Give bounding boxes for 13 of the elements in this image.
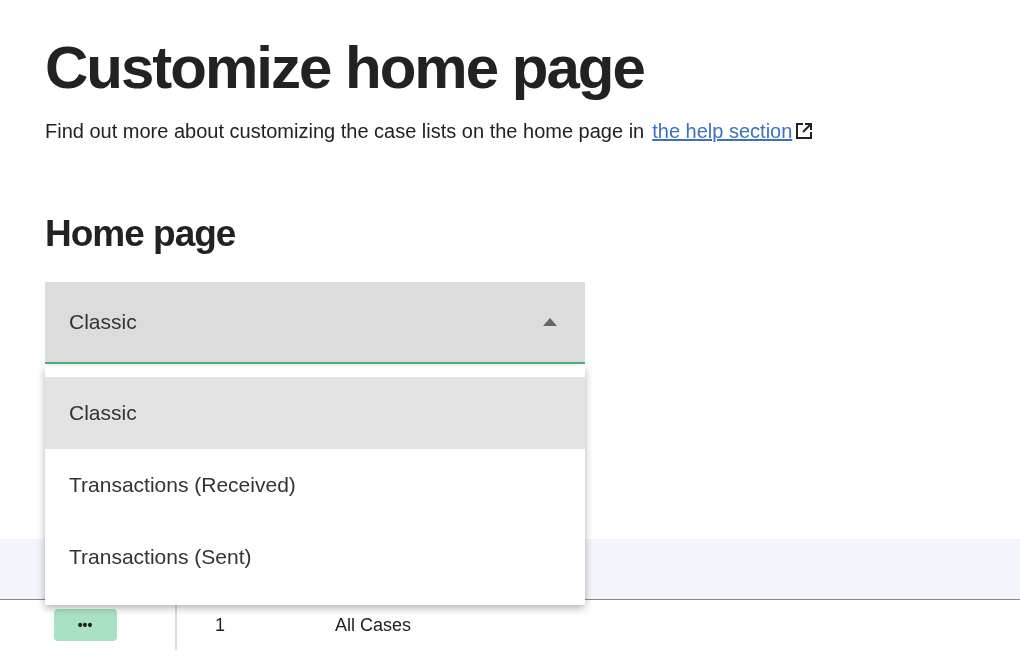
page-title: Customize home page xyxy=(45,33,645,103)
intro-text: Find out more about customizing the case lists on the home page in xyxy=(45,119,645,144)
table-cell: All Cases xyxy=(335,614,412,636)
external-link-icon xyxy=(794,121,815,141)
dropdown-option[interactable]: Transactions (Received) xyxy=(45,449,585,521)
dropdown-option[interactable]: Transactions (Sent) xyxy=(45,521,585,593)
caret-icon xyxy=(543,318,557,326)
dropdown-option[interactable]: Classic xyxy=(45,377,585,449)
actions-button[interactable]: ••• xyxy=(53,609,117,641)
help-link[interactable]: the help section xyxy=(652,118,793,144)
table-cell-text: 1 xyxy=(215,614,226,636)
home-page-select[interactable]: Classic xyxy=(45,282,585,364)
section-title: Home page xyxy=(45,212,237,256)
